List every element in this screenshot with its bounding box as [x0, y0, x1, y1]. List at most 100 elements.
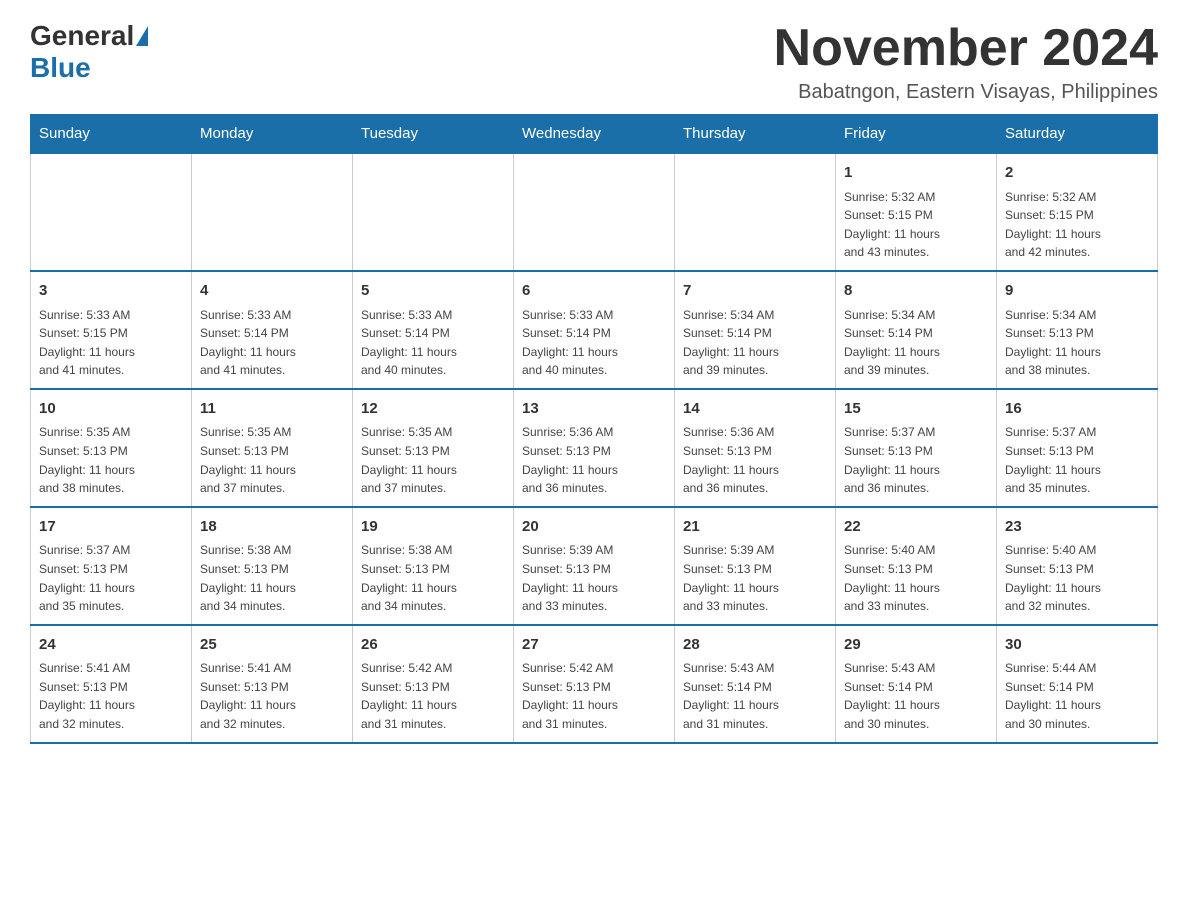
day-info: Sunrise: 5:39 AMSunset: 5:13 PMDaylight:… [522, 541, 666, 615]
weekday-header-wednesday: Wednesday [514, 115, 675, 154]
day-number: 28 [683, 634, 827, 657]
day-info: Sunrise: 5:34 AMSunset: 5:14 PMDaylight:… [683, 306, 827, 380]
calendar-day-cell: 17Sunrise: 5:37 AMSunset: 5:13 PMDayligh… [31, 507, 192, 625]
day-info: Sunrise: 5:33 AMSunset: 5:15 PMDaylight:… [39, 306, 183, 380]
calendar-day-cell: 18Sunrise: 5:38 AMSunset: 5:13 PMDayligh… [192, 507, 353, 625]
day-info: Sunrise: 5:43 AMSunset: 5:14 PMDaylight:… [683, 659, 827, 733]
calendar-day-cell [353, 153, 514, 271]
day-number: 8 [844, 280, 988, 303]
day-info: Sunrise: 5:37 AMSunset: 5:13 PMDaylight:… [844, 423, 988, 497]
day-number: 6 [522, 280, 666, 303]
calendar-day-cell: 7 Sunrise: 5:34 AMSunset: 5:14 PMDaylight… [675, 271, 836, 389]
calendar-day-cell: 22Sunrise: 5:40 AMSunset: 5:13 PMDayligh… [836, 507, 997, 625]
day-info: Sunrise: 5:38 AMSunset: 5:13 PMDaylight:… [200, 541, 344, 615]
day-number: 11 [200, 398, 344, 421]
day-number: 1 [844, 162, 988, 185]
calendar-day-cell: 5Sunrise: 5:33 AMSunset: 5:14 PMDaylight… [353, 271, 514, 389]
day-number: 24 [39, 634, 183, 657]
calendar-day-cell: 28Sunrise: 5:43 AMSunset: 5:14 PMDayligh… [675, 625, 836, 743]
title-area: November 2024 Babatngon, Eastern Visayas… [774, 20, 1158, 104]
calendar-day-cell: 29Sunrise: 5:43 AMSunset: 5:14 PMDayligh… [836, 625, 997, 743]
day-number: 9 [1005, 280, 1149, 303]
calendar-day-cell: 24Sunrise: 5:41 AMSunset: 5:13 PMDayligh… [31, 625, 192, 743]
day-number: 18 [200, 516, 344, 539]
day-info: Sunrise: 5:33 AMSunset: 5:14 PMDaylight:… [361, 306, 505, 380]
calendar-day-cell: 3Sunrise: 5:33 AMSunset: 5:15 PMDaylight… [31, 271, 192, 389]
calendar-week-row: 3Sunrise: 5:33 AMSunset: 5:15 PMDaylight… [31, 271, 1158, 389]
logo: General Blue [30, 20, 150, 84]
day-info: Sunrise: 5:35 AMSunset: 5:13 PMDaylight:… [39, 423, 183, 497]
day-info: Sunrise: 5:41 AMSunset: 5:13 PMDaylight:… [200, 659, 344, 733]
day-info: Sunrise: 5:43 AMSunset: 5:14 PMDaylight:… [844, 659, 988, 733]
day-info: Sunrise: 5:41 AMSunset: 5:13 PMDaylight:… [39, 659, 183, 733]
day-info: Sunrise: 5:34 AMSunset: 5:14 PMDaylight:… [844, 306, 988, 380]
day-info: Sunrise: 5:36 AMSunset: 5:13 PMDaylight:… [683, 423, 827, 497]
calendar-table: SundayMondayTuesdayWednesdayThursdayFrid… [30, 114, 1158, 743]
weekday-header-thursday: Thursday [675, 115, 836, 154]
day-number: 7 [683, 280, 827, 303]
calendar-day-cell [675, 153, 836, 271]
day-number: 23 [1005, 516, 1149, 539]
day-info: Sunrise: 5:36 AMSunset: 5:13 PMDaylight:… [522, 423, 666, 497]
weekday-header-friday: Friday [836, 115, 997, 154]
day-number: 29 [844, 634, 988, 657]
day-info: Sunrise: 5:44 AMSunset: 5:14 PMDaylight:… [1005, 659, 1149, 733]
day-info: Sunrise: 5:37 AMSunset: 5:13 PMDaylight:… [39, 541, 183, 615]
logo-general-text: General [30, 20, 134, 52]
day-info: Sunrise: 5:42 AMSunset: 5:13 PMDaylight:… [361, 659, 505, 733]
month-title: November 2024 [774, 20, 1158, 77]
calendar-day-cell: 30Sunrise: 5:44 AMSunset: 5:14 PMDayligh… [997, 625, 1158, 743]
day-number: 15 [844, 398, 988, 421]
day-info: Sunrise: 5:37 AMSunset: 5:13 PMDaylight:… [1005, 423, 1149, 497]
calendar-day-cell: 4 Sunrise: 5:33 AMSunset: 5:14 PMDaylight… [192, 271, 353, 389]
calendar-week-row: 24Sunrise: 5:41 AMSunset: 5:13 PMDayligh… [31, 625, 1158, 743]
calendar-week-row: 17Sunrise: 5:37 AMSunset: 5:13 PMDayligh… [31, 507, 1158, 625]
day-number: 20 [522, 516, 666, 539]
calendar-day-cell: 1Sunrise: 5:32 AMSunset: 5:15 PMDaylight… [836, 153, 997, 271]
day-number: 21 [683, 516, 827, 539]
calendar-week-row: 1 Sunrise: 5:32 AMSunset: 5:15 PMDaylight… [31, 153, 1158, 271]
day-info: Sunrise: 5:33 AMSunset: 5:14 PMDaylight:… [200, 306, 344, 380]
day-info: Sunrise: 5:35 AMSunset: 5:13 PMDaylight:… [361, 423, 505, 497]
day-number: 10 [39, 398, 183, 421]
day-number: 13 [522, 398, 666, 421]
calendar-day-cell: 16Sunrise: 5:37 AMSunset: 5:13 PMDayligh… [997, 389, 1158, 507]
calendar-day-cell [192, 153, 353, 271]
calendar-day-cell: 10Sunrise: 5:35 AMSunset: 5:13 PMDayligh… [31, 389, 192, 507]
calendar-day-cell: 15Sunrise: 5:37 AMSunset: 5:13 PMDayligh… [836, 389, 997, 507]
day-info: Sunrise: 5:38 AMSunset: 5:13 PMDaylight:… [361, 541, 505, 615]
day-number: 14 [683, 398, 827, 421]
weekday-header-sunday: Sunday [31, 115, 192, 154]
calendar-day-cell: 25Sunrise: 5:41 AMSunset: 5:13 PMDayligh… [192, 625, 353, 743]
header: General Blue November 2024 Babatngon, Ea… [30, 20, 1158, 104]
day-number: 12 [361, 398, 505, 421]
calendar-day-cell: 21Sunrise: 5:39 AMSunset: 5:13 PMDayligh… [675, 507, 836, 625]
logo-blue-text: Blue [30, 52, 91, 83]
day-info: Sunrise: 5:40 AMSunset: 5:13 PMDaylight:… [844, 541, 988, 615]
day-info: Sunrise: 5:35 AMSunset: 5:13 PMDaylight:… [200, 423, 344, 497]
day-number: 26 [361, 634, 505, 657]
calendar-day-cell [514, 153, 675, 271]
day-number: 27 [522, 634, 666, 657]
calendar-header-row: SundayMondayTuesdayWednesdayThursdayFrid… [31, 115, 1158, 154]
calendar-day-cell: 12Sunrise: 5:35 AMSunset: 5:13 PMDayligh… [353, 389, 514, 507]
day-info: Sunrise: 5:33 AMSunset: 5:14 PMDaylight:… [522, 306, 666, 380]
day-number: 16 [1005, 398, 1149, 421]
logo-triangle-icon [136, 26, 148, 46]
calendar-day-cell [31, 153, 192, 271]
calendar-day-cell: 6 Sunrise: 5:33 AMSunset: 5:14 PMDaylight… [514, 271, 675, 389]
day-info: Sunrise: 5:32 AMSunset: 5:15 PMDaylight:… [1005, 188, 1149, 262]
calendar-day-cell: 9Sunrise: 5:34 AMSunset: 5:13 PMDaylight… [997, 271, 1158, 389]
calendar-day-cell: 19Sunrise: 5:38 AMSunset: 5:13 PMDayligh… [353, 507, 514, 625]
calendar-day-cell: 14Sunrise: 5:36 AMSunset: 5:13 PMDayligh… [675, 389, 836, 507]
day-info: Sunrise: 5:39 AMSunset: 5:13 PMDaylight:… [683, 541, 827, 615]
weekday-header-tuesday: Tuesday [353, 115, 514, 154]
calendar-day-cell: 26Sunrise: 5:42 AMSunset: 5:13 PMDayligh… [353, 625, 514, 743]
calendar-week-row: 10Sunrise: 5:35 AMSunset: 5:13 PMDayligh… [31, 389, 1158, 507]
day-number: 17 [39, 516, 183, 539]
day-number: 22 [844, 516, 988, 539]
calendar-day-cell: 27Sunrise: 5:42 AMSunset: 5:13 PMDayligh… [514, 625, 675, 743]
calendar-day-cell: 8 Sunrise: 5:34 AMSunset: 5:14 PMDaylight… [836, 271, 997, 389]
calendar-day-cell: 20Sunrise: 5:39 AMSunset: 5:13 PMDayligh… [514, 507, 675, 625]
day-number: 4 [200, 280, 344, 303]
